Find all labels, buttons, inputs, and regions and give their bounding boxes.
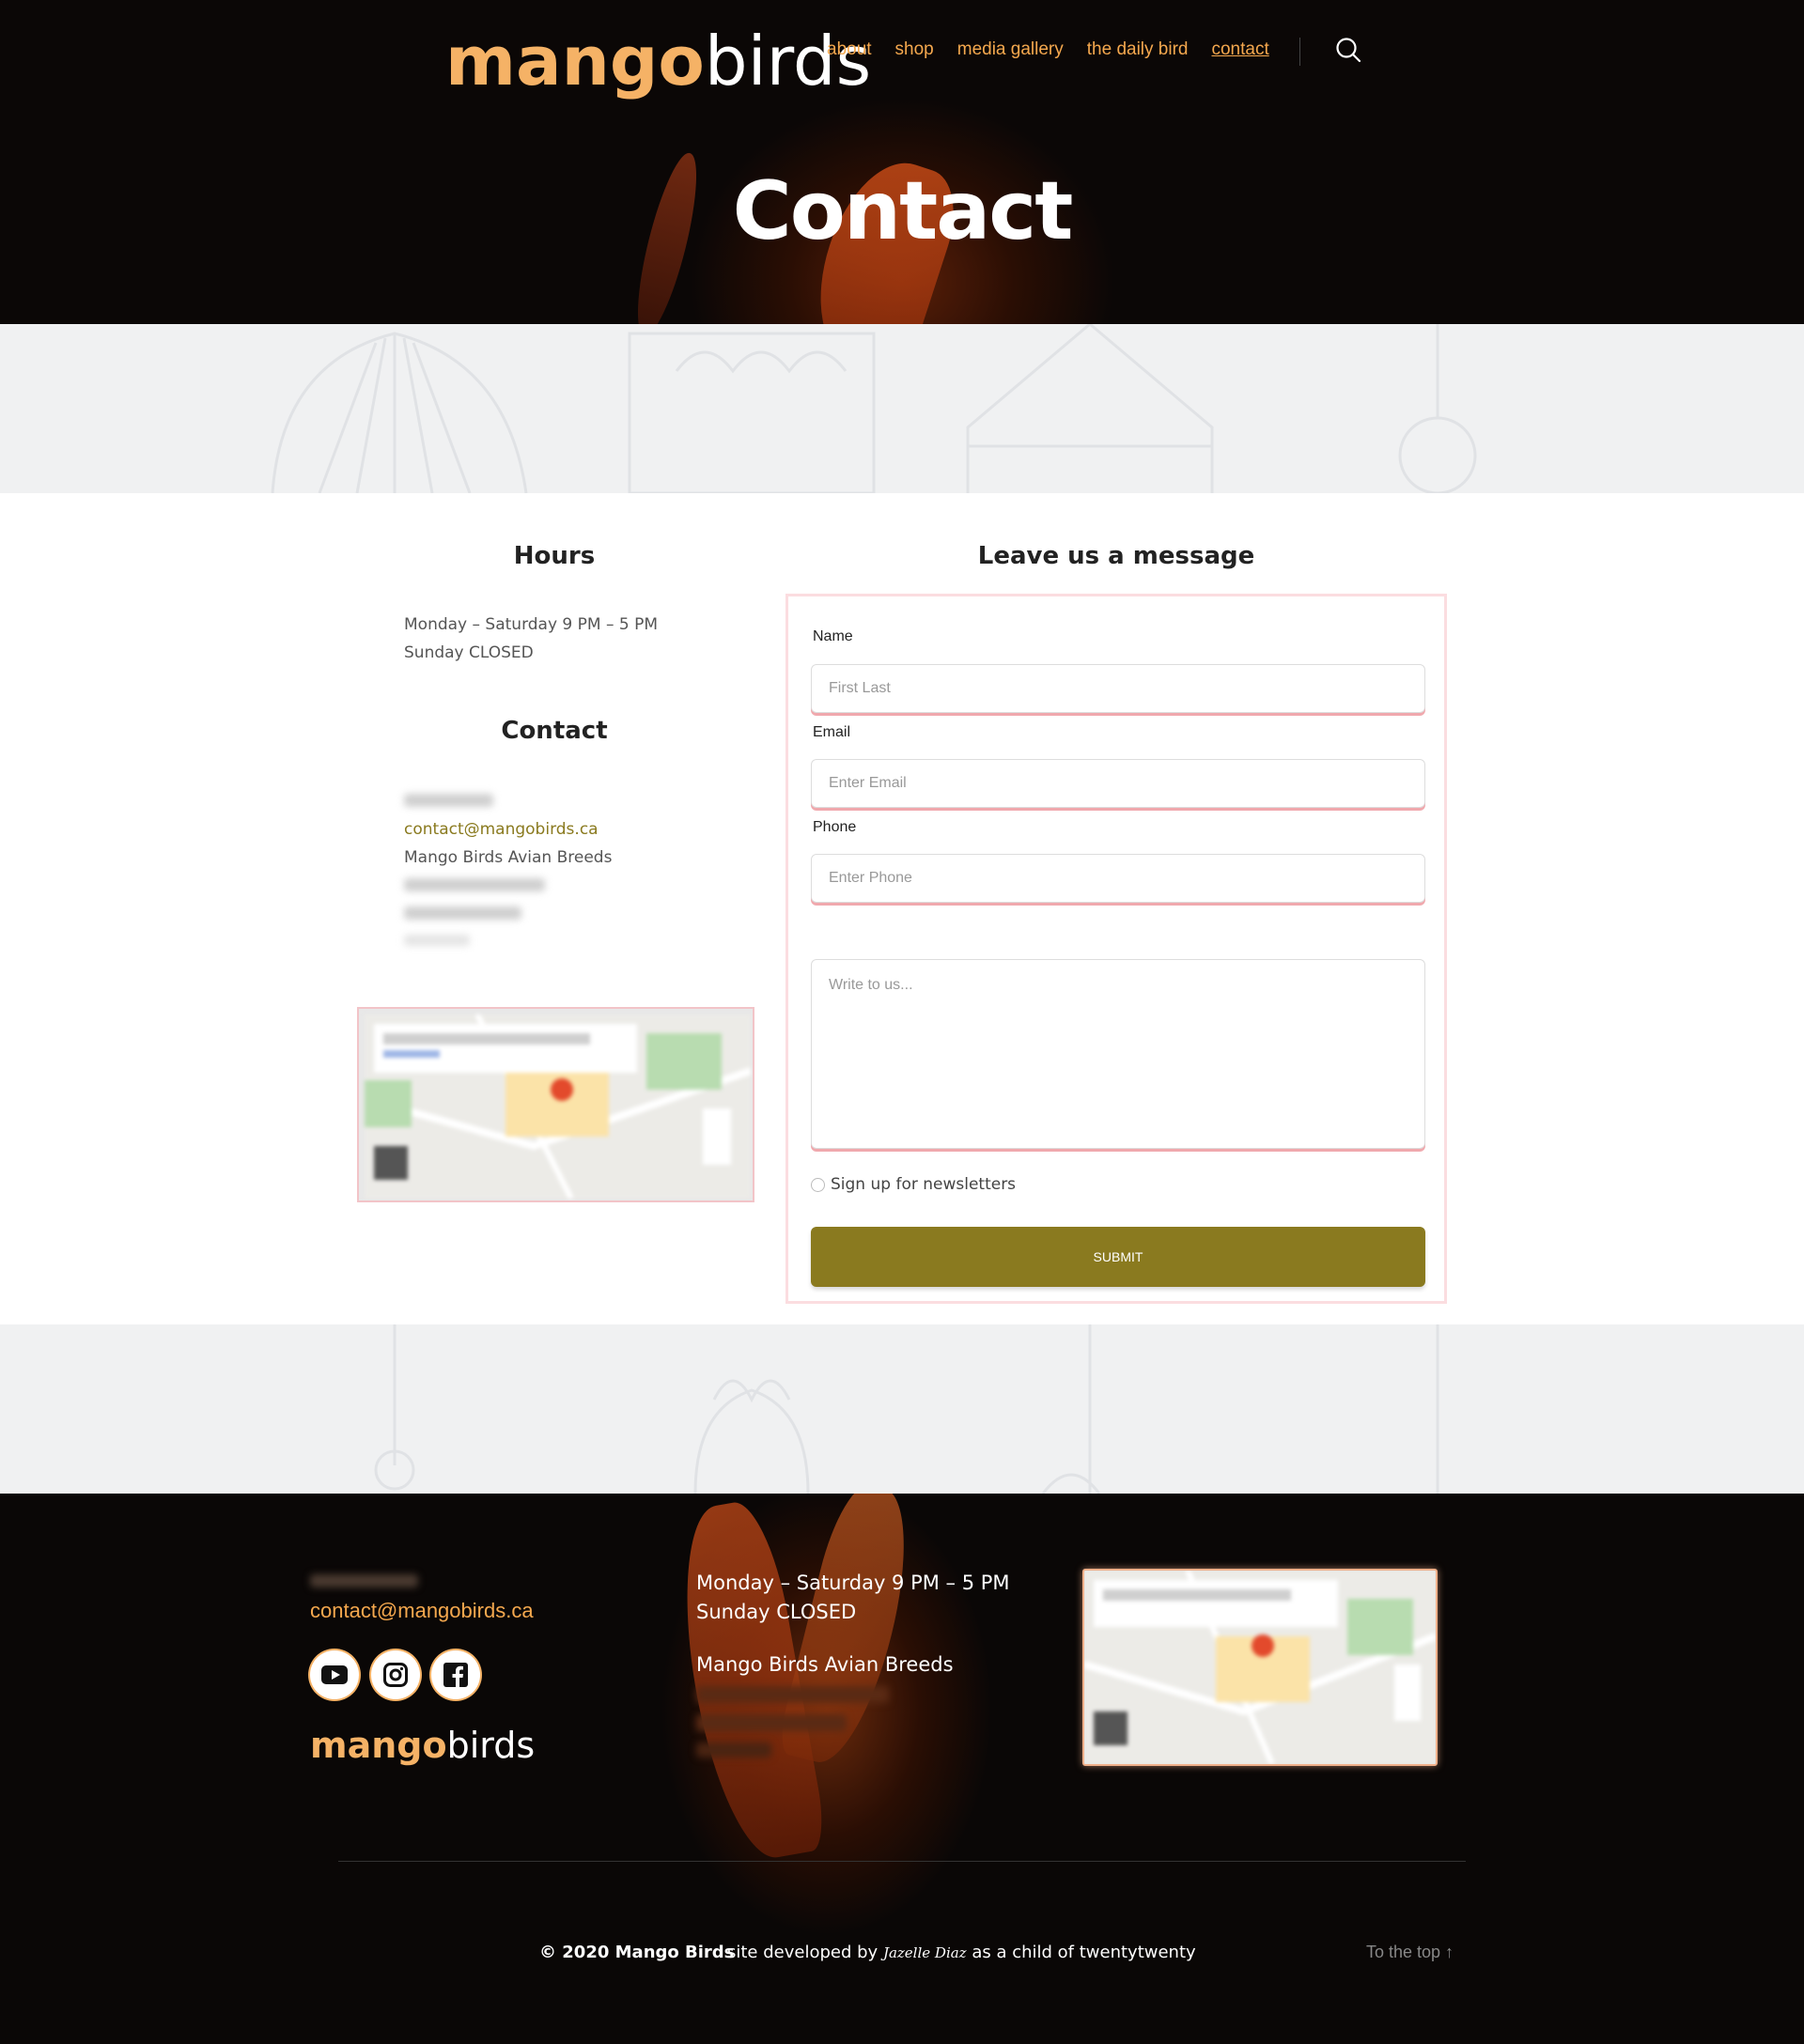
instagram-icon[interactable] (371, 1650, 420, 1699)
message-heading: Leave us a message (977, 542, 1255, 570)
footer-location-map[interactable] (1082, 1569, 1438, 1766)
name-label: Name (813, 628, 853, 644)
footer-map-graphic (1084, 1571, 1436, 1764)
contact-business-name: Mango Birds Avian Breeds (404, 848, 613, 867)
address-redacted (404, 935, 470, 946)
email-label: Email (813, 724, 851, 740)
logo-mango-text: mango (445, 22, 705, 101)
footer-address-redacted (696, 1714, 847, 1731)
search-icon[interactable] (1334, 36, 1362, 64)
newsletter-checkbox-row[interactable]: Sign up for newsletters (811, 1175, 1016, 1194)
site-logo[interactable]: mangobirds (445, 23, 871, 101)
map-graphic (363, 1013, 753, 1200)
address-redacted (404, 906, 521, 920)
footer-hours-sunday: Sunday CLOSED (696, 1601, 857, 1623)
footer-hours-weekday: Monday – Saturday 9 PM – 5 PM (696, 1572, 1010, 1594)
developer-signature[interactable]: Jazelle Diaz (883, 1944, 967, 1961)
footer-copyright: © 2020 Mango Birds (539, 1943, 735, 1962)
footer-credit-suffix: as a child of twentytwenty (972, 1943, 1196, 1962)
nav-media-gallery[interactable]: media gallery (957, 39, 1064, 60)
location-map[interactable] (357, 1007, 754, 1202)
logo-birds-text: birds (704, 22, 872, 101)
email-input[interactable]: Enter Email (811, 759, 1425, 808)
hours-sunday: Sunday CLOSED (404, 643, 534, 662)
footer-business-name: Mango Birds Avian Breeds (696, 1653, 954, 1676)
decorative-birdcage-band (0, 324, 1804, 493)
footer-hours: Monday – Saturday 9 PM – 5 PM Sunday CLO… (696, 1569, 1010, 1627)
phone-redacted (404, 794, 493, 807)
name-input[interactable]: First Last (811, 664, 1425, 713)
newsletter-checkbox[interactable] (811, 1177, 825, 1192)
contact-heading: Contact (501, 717, 608, 745)
message-textarea[interactable]: Write to us... (811, 959, 1425, 1149)
submit-button[interactable]: SUBMIT (811, 1227, 1425, 1287)
nav-about[interactable]: about (827, 39, 872, 60)
phone-input[interactable]: Enter Phone (811, 854, 1425, 903)
facebook-icon[interactable] (431, 1650, 480, 1699)
nav-shop[interactable]: shop (895, 39, 934, 60)
to-top-link[interactable]: To the top ↑ (1366, 1943, 1454, 1962)
newsletter-label: Sign up for newsletters (831, 1175, 1017, 1194)
map-tiles (363, 1013, 753, 1200)
contact-main: Hours Monday – Saturday 9 PM – 5 PM Sund… (0, 493, 1804, 1324)
footer-logo-mango: mango (310, 1725, 447, 1766)
phone-label: Phone (813, 819, 857, 835)
nav-daily-bird[interactable]: the daily bird (1087, 39, 1189, 60)
birdcage-illustration (271, 324, 1477, 493)
nav-divider (1299, 38, 1300, 66)
site-footer: contact@mangobirds.ca mangobirds Monday … (0, 1494, 1804, 2044)
nav-contact[interactable]: contact (1211, 39, 1268, 60)
footer-phone-redacted (310, 1574, 418, 1587)
footer-address-redacted (696, 1686, 889, 1703)
hours-heading: Hours (513, 542, 596, 570)
footer-credit-prefix: site developed by (727, 1943, 879, 1962)
footer-divider (338, 1861, 1466, 1862)
lantern-illustration (374, 1324, 1439, 1494)
hero-header: mangobirds about shop media gallery the … (0, 0, 1804, 324)
footer-email-link[interactable]: contact@mangobirds.ca (310, 1599, 534, 1623)
footer-address-redacted (696, 1742, 771, 1758)
youtube-icon[interactable] (310, 1650, 359, 1699)
footer-logo[interactable]: mangobirds (310, 1725, 535, 1766)
footer-logo-birds: birds (446, 1725, 536, 1766)
address-redacted (404, 878, 545, 891)
hours-weekday: Monday – Saturday 9 PM – 5 PM (404, 615, 659, 634)
page-title: Contact (732, 164, 1074, 258)
main-nav: about shop media gallery the daily bird … (827, 39, 1269, 60)
decorative-lantern-band (0, 1324, 1804, 1494)
footer-credit: site developed by Jazelle Diaz as a chil… (727, 1943, 1196, 1962)
contact-email-link[interactable]: contact@mangobirds.ca (404, 820, 599, 839)
contact-form: Name First Last Email Enter Email Phone … (785, 594, 1447, 1304)
